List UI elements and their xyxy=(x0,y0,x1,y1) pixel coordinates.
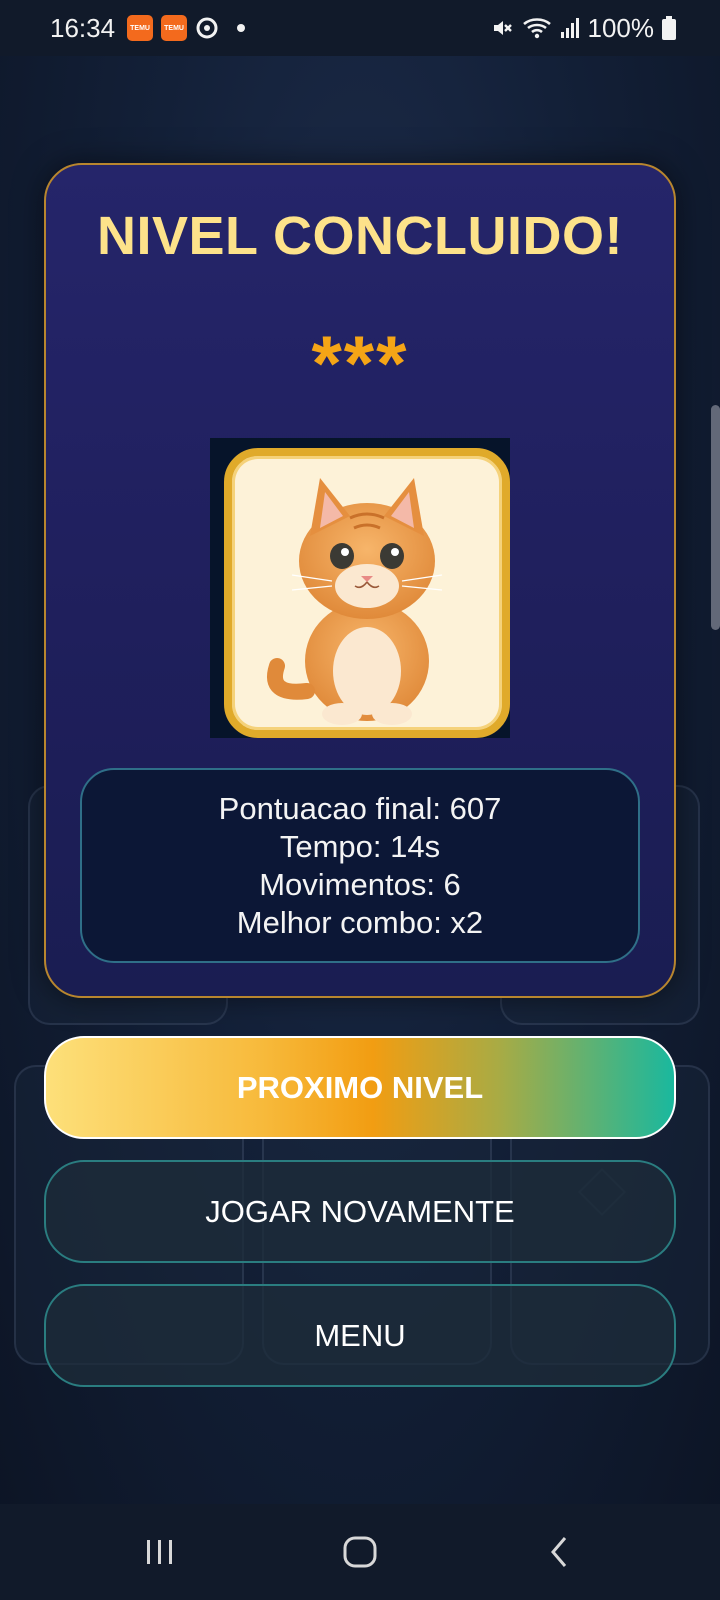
kitten-illustration xyxy=(267,478,443,725)
signal-icon xyxy=(560,17,580,39)
star-rating: *** xyxy=(311,319,409,407)
next-level-button[interactable]: PROXIMO NIVEL xyxy=(44,1036,676,1139)
edge-panel-handle[interactable] xyxy=(711,405,720,630)
menu-label: MENU xyxy=(314,1317,406,1353)
kitten-card xyxy=(224,448,510,738)
next-level-label: PROXIMO NIVEL xyxy=(236,1069,484,1105)
reward-card-image xyxy=(210,438,510,738)
status-bar: 16:34 TEMU TEMU 100% xyxy=(0,0,720,56)
best-combo: Melhor combo: x2 xyxy=(236,904,484,940)
play-again-button[interactable]: JOGAR NOVAMENTE xyxy=(44,1160,676,1263)
recent-apps-icon[interactable] xyxy=(130,1522,190,1582)
results-panel: Pontuacao final: 607 Tempo: 14s Moviment… xyxy=(80,768,640,963)
battery-icon xyxy=(662,16,676,40)
time-taken: Tempo: 14s xyxy=(279,828,441,864)
play-again-label: JOGAR NOVAMENTE xyxy=(205,1193,515,1229)
battery-percent: 100% xyxy=(587,12,655,43)
wifi-icon xyxy=(522,16,552,40)
mute-icon xyxy=(490,16,514,40)
final-score: Pontuacao final: 607 xyxy=(218,790,502,826)
dialog-title: NIVEL CONCLUIDO! xyxy=(96,206,623,266)
temu-notification-icon: TEMU xyxy=(161,15,188,41)
navigation-bar xyxy=(0,1504,720,1600)
sync-icon xyxy=(195,16,219,40)
moves-count: Movimentos: 6 xyxy=(259,866,461,902)
back-icon[interactable] xyxy=(530,1522,590,1582)
status-time: 16:34 xyxy=(50,12,116,43)
more-notifications-dot xyxy=(237,24,246,32)
temu-notification-icon: TEMU xyxy=(127,15,154,41)
home-icon[interactable] xyxy=(330,1522,390,1582)
menu-button[interactable]: MENU xyxy=(44,1284,676,1387)
